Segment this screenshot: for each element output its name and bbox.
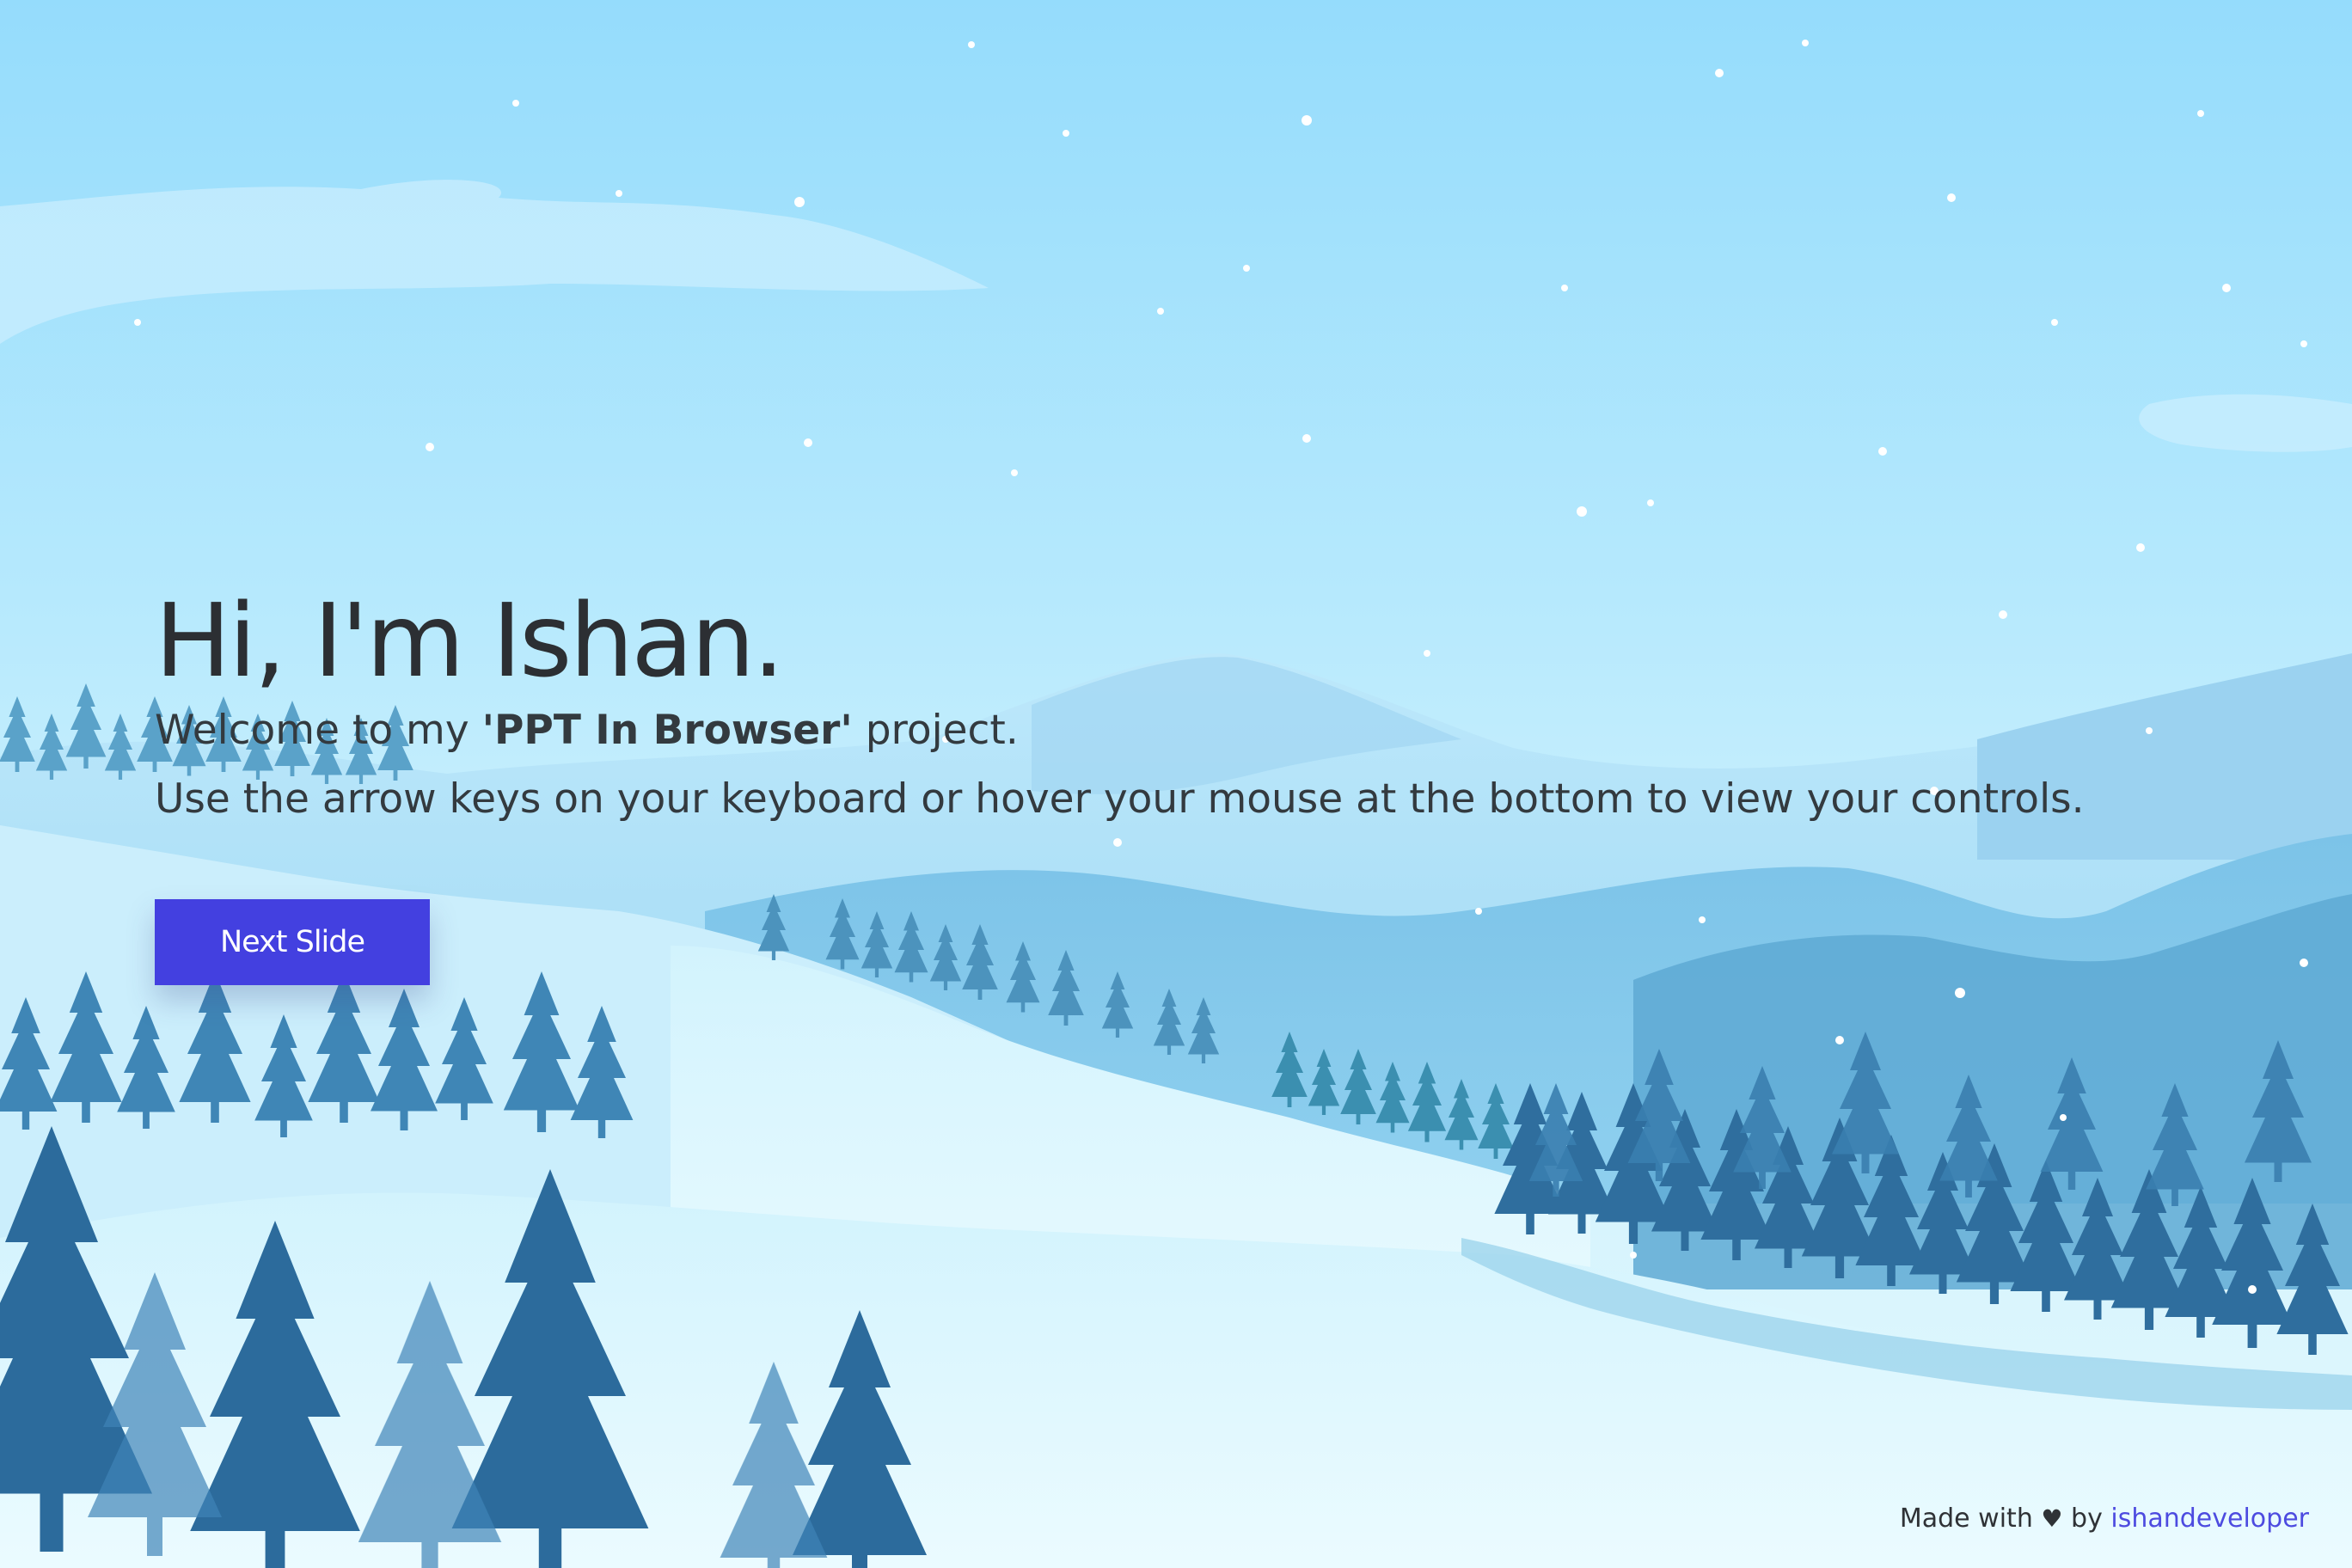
footer-credit: Made with ♥ by ishandeveloper: [1900, 1504, 2309, 1534]
welcome-text: Welcome to my 'PPT In Browser' project.: [155, 696, 2218, 765]
hero-title: Hi, I'm Ishan.: [155, 581, 785, 700]
heart-icon: ♥: [2041, 1504, 2063, 1533]
footer-by: by: [2071, 1504, 2103, 1534]
slide: Hi, I'm Ishan. Welcome to my 'PPT In Bro…: [0, 0, 2352, 1568]
welcome-suffix: project.: [852, 707, 1019, 754]
author-link[interactable]: ishandeveloper: [2110, 1504, 2309, 1534]
instructions-text: Use the arrow keys on your keyboard or h…: [155, 775, 2085, 823]
project-name: 'PPT In Browser': [481, 707, 853, 754]
hero-section: Hi, I'm Ishan. Welcome to my 'PPT In Bro…: [155, 581, 2218, 985]
next-slide-button[interactable]: Next Slide: [155, 899, 430, 985]
welcome-prefix: Welcome to my: [155, 707, 482, 754]
footer-made-with: Made with: [1899, 1504, 2033, 1534]
